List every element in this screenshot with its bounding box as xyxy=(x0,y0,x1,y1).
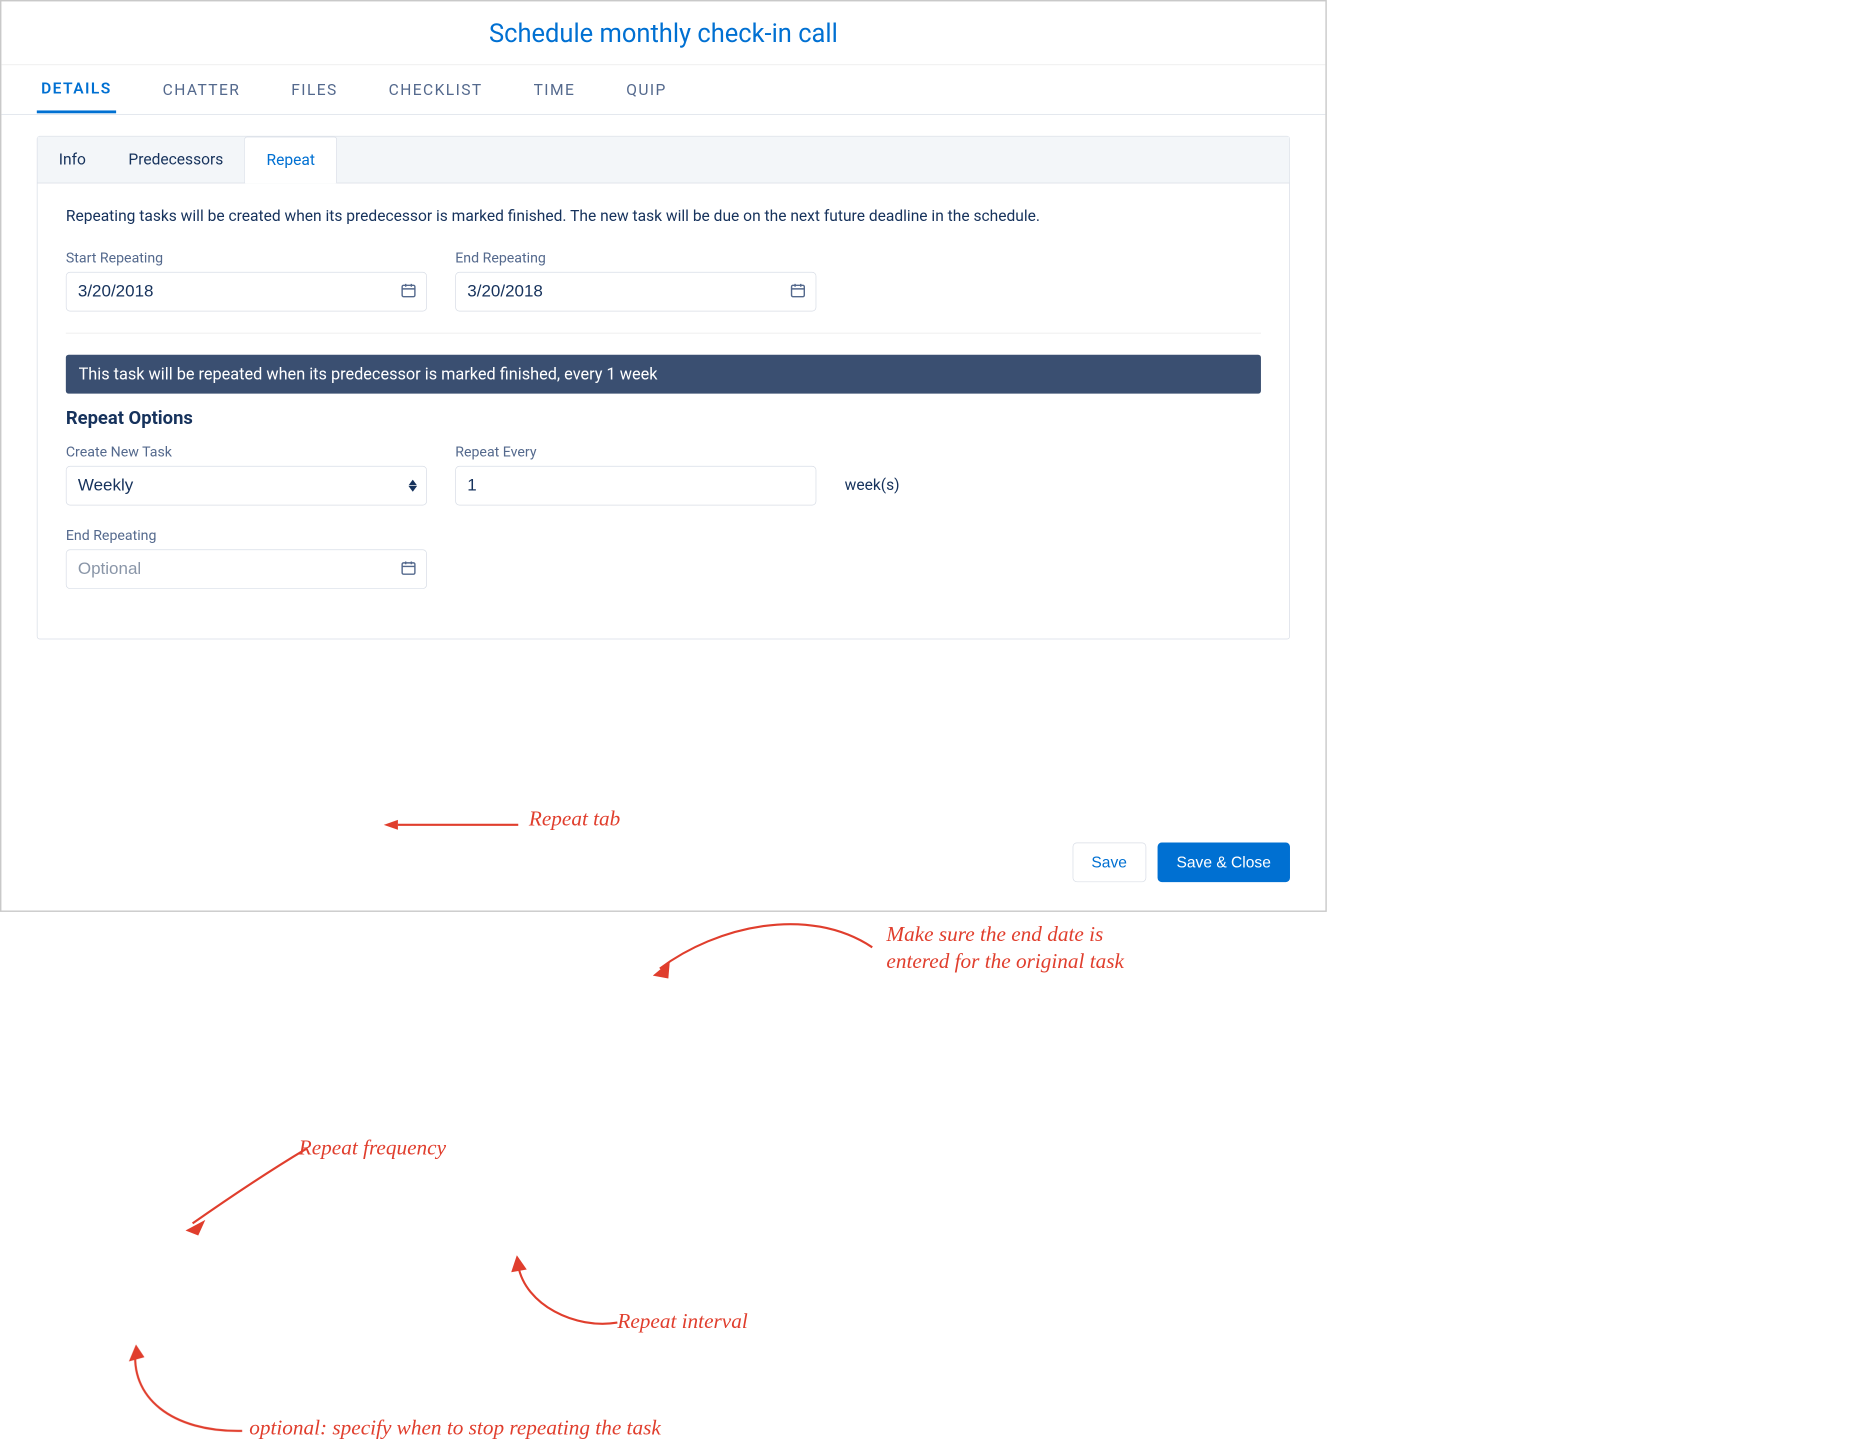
repeat-body: Repeating tasks will be created when its… xyxy=(38,183,1290,638)
repeat-description: Repeating tasks will be created when its… xyxy=(66,205,1261,228)
dialog-window: Schedule monthly check-in call DETAILS C… xyxy=(0,0,1327,912)
subtabs: Info Predecessors Repeat xyxy=(38,137,1290,184)
calendar-icon[interactable] xyxy=(789,282,806,302)
footer-buttons: Save Save & Close xyxy=(1072,843,1290,883)
end-repeating-top-field: End Repeating xyxy=(455,249,816,311)
tab-time[interactable]: TIME xyxy=(529,67,579,112)
start-repeating-field: Start Repeating xyxy=(66,249,427,311)
tab-chatter[interactable]: CHATTER xyxy=(158,67,244,112)
subtab-info[interactable]: Info xyxy=(38,137,108,183)
end-repeating-bottom-field: End Repeating xyxy=(66,527,427,589)
repeat-every-label: Repeat Every xyxy=(455,443,816,460)
start-repeating-label: Start Repeating xyxy=(66,249,427,266)
divider xyxy=(66,333,1261,334)
tab-files[interactable]: FILES xyxy=(287,67,342,112)
repeat-options-title: Repeat Options xyxy=(66,408,1261,429)
create-new-task-select[interactable] xyxy=(66,466,427,506)
details-panel: Info Predecessors Repeat Repeating tasks… xyxy=(37,136,1290,639)
repeat-every-field: Repeat Every xyxy=(455,443,816,505)
end-repeating-bottom-input[interactable] xyxy=(66,549,427,589)
tab-quip[interactable]: QUIP xyxy=(622,67,671,112)
tab-details[interactable]: DETAILS xyxy=(37,66,116,113)
save-close-button[interactable]: Save & Close xyxy=(1157,843,1290,883)
save-button[interactable]: Save xyxy=(1072,843,1146,883)
repeat-every-input[interactable] xyxy=(455,466,816,506)
start-repeating-input[interactable] xyxy=(66,272,427,312)
end-repeating-top-input[interactable] xyxy=(455,272,816,312)
end-repeating-bottom-label: End Repeating xyxy=(66,527,427,544)
title-bar: Schedule monthly check-in call xyxy=(1,1,1325,65)
select-caret-icon xyxy=(409,480,417,492)
subtab-repeat[interactable]: Repeat xyxy=(245,137,337,184)
main-tabs: DETAILS CHATTER FILES CHECKLIST TIME QUI… xyxy=(1,65,1325,115)
create-new-task-label: Create New Task xyxy=(66,443,427,460)
repeat-every-unit: week(s) xyxy=(845,455,900,494)
dialog-title: Schedule monthly check-in call xyxy=(489,18,838,48)
end-repeating-top-label: End Repeating xyxy=(455,249,816,266)
calendar-icon[interactable] xyxy=(400,559,417,579)
calendar-icon[interactable] xyxy=(400,282,417,302)
subtab-predecessors[interactable]: Predecessors xyxy=(107,137,244,183)
create-new-task-field: Create New Task xyxy=(66,443,427,505)
repeat-summary: This task will be repeated when its pred… xyxy=(66,355,1261,394)
tab-checklist[interactable]: CHECKLIST xyxy=(384,67,486,112)
